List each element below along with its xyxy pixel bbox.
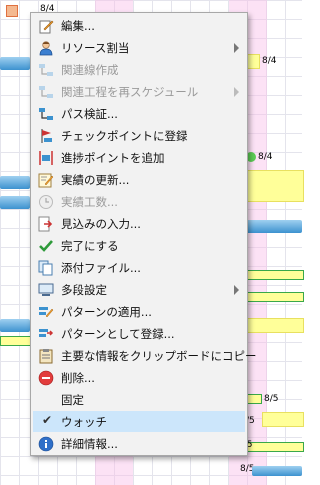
submenu-arrow-icon <box>234 285 239 295</box>
task-bar[interactable] <box>246 318 304 333</box>
menu-item-register-pattern[interactable]: パターンとして登録... <box>33 323 245 344</box>
menu-item-label: パターンの適用... <box>61 305 152 319</box>
task-bar[interactable] <box>0 57 30 70</box>
menu-item-label: パス検証... <box>61 107 118 121</box>
menu-item-label: 実績工数... <box>61 195 118 209</box>
submenu-arrow-icon <box>234 43 239 53</box>
task-bar[interactable] <box>0 176 30 189</box>
menu-item-copy-to-clipboard[interactable]: 主要な情報をクリップボードにコピー <box>33 345 257 366</box>
menu-item-label: 詳細情報... <box>61 437 118 451</box>
link-icon <box>39 64 53 76</box>
menu-item-label: 多段設定 <box>61 283 107 297</box>
menu-item-update-actuals[interactable]: 実績の更新... <box>33 169 245 190</box>
clipboard-icon <box>39 349 53 364</box>
task-bar[interactable] <box>0 319 30 332</box>
menu-item-label: 固定 <box>61 393 84 407</box>
reschedule-icon <box>39 86 53 98</box>
menu-item-resource-assign[interactable]: リソース割当 <box>33 37 245 58</box>
task-bar[interactable] <box>246 220 302 233</box>
date-label: 8/4 <box>258 152 273 162</box>
menu-item-actual-hours[interactable]: 実績工数... <box>33 191 245 212</box>
date-label: 8/5 <box>264 394 279 404</box>
menu-item-label: 関連工程を再スケジュール <box>61 85 199 99</box>
menu-item-apply-pattern[interactable]: パターンの適用... <box>33 301 245 322</box>
menu-item-label: 削除... <box>61 371 95 385</box>
submenu-arrow-icon <box>234 87 239 97</box>
menu-item-label: ウォッチ <box>61 415 107 429</box>
actual-update-icon <box>38 173 54 188</box>
menu-item-multi-level[interactable]: 多段設定 <box>33 279 245 300</box>
menu-item-details[interactable]: 詳細情報... <box>33 433 245 454</box>
menu-item-label: 主要な情報をクリップボードにコピー <box>61 349 257 363</box>
task-bar[interactable] <box>246 394 262 404</box>
menu-item-edit[interactable]: 編集... <box>33 15 245 36</box>
edit-icon <box>39 20 54 34</box>
menu-item-label: パターンとして登録... <box>61 327 175 341</box>
menu-item-delete[interactable]: 削除... <box>33 367 245 388</box>
task-bar[interactable] <box>246 292 304 302</box>
context-menu: 編集... リソース割当 関連線作成 関連工程を再スケジュール パス検証... … <box>30 12 257 456</box>
attachment-icon <box>38 260 53 276</box>
forecast-icon <box>38 216 53 232</box>
menu-item-attachments[interactable]: 添付ファイル... <box>33 257 245 278</box>
menu-item-label: 見込みの入力... <box>61 217 141 231</box>
menu-item-path-verify[interactable]: パス検証... <box>33 103 245 124</box>
menu-item-mark-complete[interactable]: 完了にする <box>33 235 245 256</box>
check-icon <box>39 240 53 252</box>
menu-item-watch[interactable]: ✔ ウォッチ <box>33 411 245 432</box>
task-bar[interactable] <box>262 412 304 427</box>
menu-item-add-progress-point[interactable]: 進捗ポイントを追加 <box>33 147 245 168</box>
multi-level-icon <box>38 283 54 296</box>
menu-item-label: 関連線作成 <box>61 63 119 77</box>
menu-item-label: 添付ファイル... <box>61 261 141 275</box>
menu-item-reschedule-related[interactable]: 関連工程を再スケジュール <box>33 81 245 102</box>
task-bar[interactable] <box>252 466 302 476</box>
path-icon <box>39 108 53 120</box>
task-bar[interactable] <box>0 336 32 346</box>
menu-item-label: 編集... <box>61 19 95 33</box>
task-bar[interactable] <box>246 442 304 452</box>
menu-item-pin[interactable]: 固定 <box>33 389 245 410</box>
progress-point-icon <box>39 151 53 165</box>
task-bar[interactable] <box>246 170 304 202</box>
task-bar[interactable] <box>246 270 304 280</box>
menu-item-label: 完了にする <box>61 239 119 253</box>
menu-item-label: 実績の更新... <box>61 173 130 187</box>
menu-item-label: チェックポイントに登録 <box>61 129 188 143</box>
menu-item-label: リソース割当 <box>61 41 130 55</box>
pattern-apply-icon <box>39 307 54 318</box>
pattern-save-icon <box>39 329 54 337</box>
resource-icon <box>39 41 53 56</box>
menu-item-label: 進捗ポイントを追加 <box>61 151 165 165</box>
clock-icon <box>39 195 53 209</box>
date-label: 8/4 <box>262 56 277 66</box>
info-icon <box>38 436 54 452</box>
menu-item-register-checkpoint[interactable]: チェックポイントに登録 <box>33 125 245 146</box>
delete-icon <box>38 370 54 386</box>
checkmark-icon: ✔ <box>42 413 53 427</box>
menu-item-enter-forecast[interactable]: 見込みの入力... <box>33 213 245 234</box>
selected-task-icon[interactable] <box>6 5 18 17</box>
checkpoint-icon <box>41 129 52 143</box>
menu-item-create-link[interactable]: 関連線作成 <box>33 59 245 80</box>
task-bar[interactable] <box>0 196 30 209</box>
